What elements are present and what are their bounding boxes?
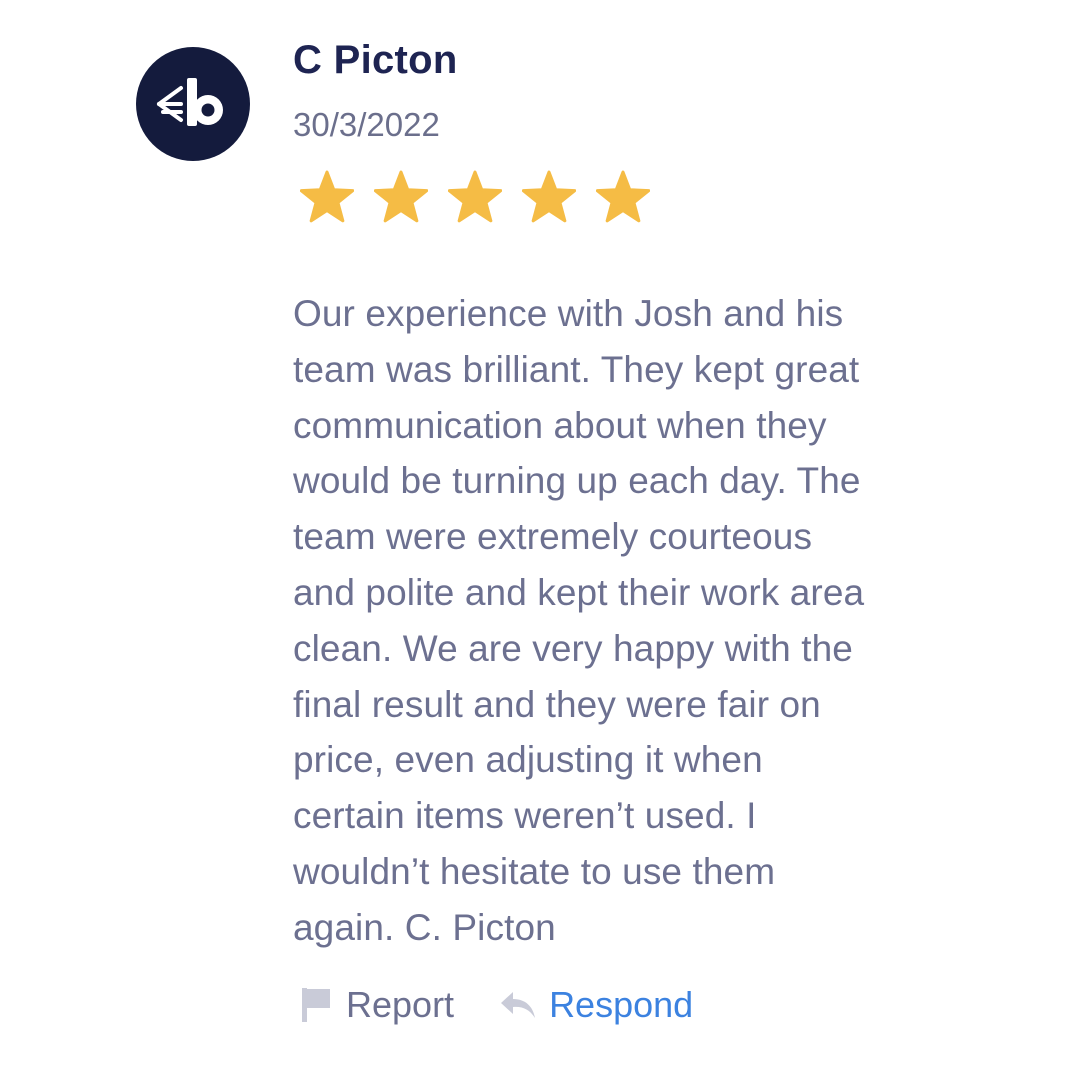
avatar: [136, 47, 250, 161]
review-actions: Report Respond: [300, 984, 693, 1026]
reviewer-name: C Picton: [293, 38, 458, 82]
star-icon: [300, 170, 354, 224]
report-button[interactable]: Report: [300, 984, 454, 1026]
flag-icon: [302, 988, 330, 1022]
review-date: 30/3/2022: [293, 106, 440, 143]
star-icon: [522, 170, 576, 224]
star-rating: [300, 170, 650, 224]
review-text: Our experience with Josh and his team wa…: [293, 293, 865, 948]
respond-label: Respond: [549, 984, 694, 1025]
star-icon: [374, 170, 428, 224]
star-icon: [596, 170, 650, 224]
reply-arrow-icon: [501, 992, 536, 1018]
star-icon: [448, 170, 502, 224]
report-label: Report: [346, 984, 455, 1025]
respond-button[interactable]: Respond: [499, 984, 693, 1026]
brand-logo-icon: [157, 78, 223, 126]
